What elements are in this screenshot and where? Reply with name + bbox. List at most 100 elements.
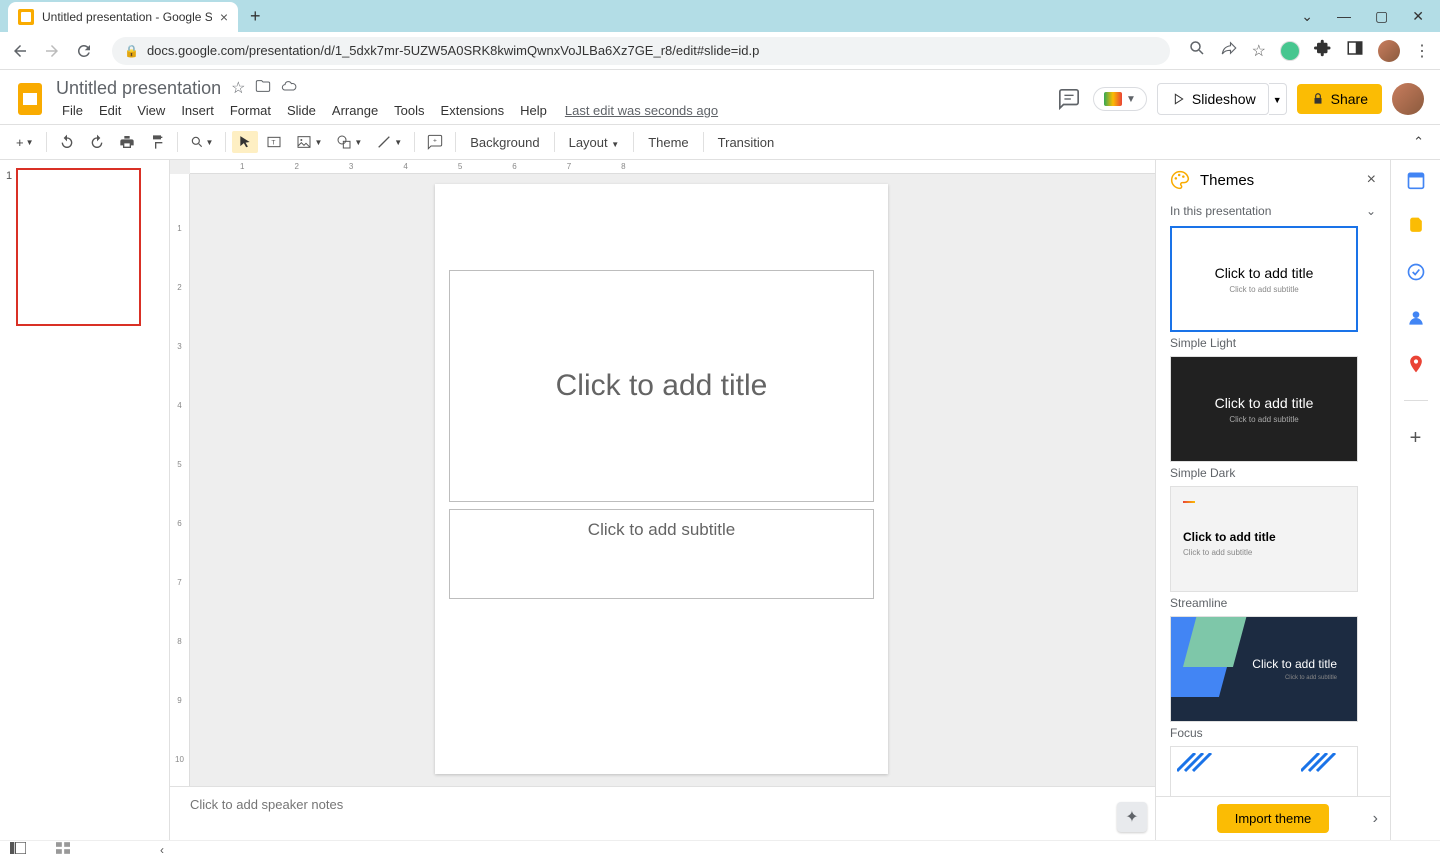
maximize-icon[interactable]: ▢: [1375, 8, 1388, 25]
keep-icon[interactable]: [1406, 216, 1426, 236]
grid-view-icon[interactable]: [56, 842, 70, 857]
back-button[interactable]: [10, 41, 30, 61]
themes-section-header[interactable]: In this presentation ⌄: [1156, 200, 1390, 226]
theme-button[interactable]: Theme: [640, 131, 696, 154]
theme-focus[interactable]: Click to add title Click to add subtitle: [1170, 616, 1358, 722]
background-button[interactable]: Background: [462, 131, 547, 154]
lock-icon: 🔒: [124, 44, 139, 58]
speaker-notes[interactable]: Click to add speaker notes: [170, 786, 1155, 840]
slide-thumbnail[interactable]: [16, 168, 141, 326]
url-text: docs.google.com/presentation/d/1_5dxk7mr…: [147, 43, 759, 58]
new-slide-button[interactable]: +▼: [10, 131, 40, 154]
menu-file[interactable]: File: [56, 101, 89, 120]
close-themes-icon[interactable]: ×: [1367, 171, 1376, 189]
chevron-down-icon: ▼: [1126, 94, 1136, 105]
menu-help[interactable]: Help: [514, 101, 553, 120]
ruler-vertical: 12345678910: [170, 174, 190, 840]
chevron-right-icon[interactable]: ›: [1373, 810, 1378, 828]
redo-button[interactable]: [83, 130, 111, 154]
themes-list[interactable]: Click to add title Click to add subtitle…: [1156, 226, 1390, 840]
theme-simple-dark[interactable]: Click to add title Click to add subtitle: [1170, 356, 1358, 462]
cloud-icon[interactable]: [281, 78, 297, 99]
title-placeholder[interactable]: Click to add title: [449, 270, 874, 502]
last-edit-text[interactable]: Last edit was seconds ago: [565, 103, 718, 118]
meet-button[interactable]: ▼: [1093, 87, 1147, 111]
extension-icon[interactable]: [1280, 41, 1300, 61]
lock-icon: [1311, 92, 1325, 106]
new-tab-button[interactable]: +: [250, 6, 261, 27]
close-tab-icon[interactable]: ×: [220, 9, 228, 25]
kebab-menu-icon[interactable]: ⋮: [1414, 41, 1430, 61]
add-addon-icon[interactable]: +: [1410, 427, 1422, 450]
ruler-horizontal: 12345678: [190, 160, 1155, 174]
svg-text:+: +: [433, 138, 437, 145]
slideshow-dropdown[interactable]: ▼: [1269, 83, 1287, 115]
print-button[interactable]: [113, 130, 141, 154]
transition-button[interactable]: Transition: [710, 131, 783, 154]
menu-insert[interactable]: Insert: [175, 101, 220, 120]
zoom-icon[interactable]: [1188, 39, 1206, 62]
theme-streamline[interactable]: Click to add title Click to add subtitle: [1170, 486, 1358, 592]
account-avatar[interactable]: [1392, 83, 1424, 115]
contacts-icon[interactable]: [1406, 308, 1426, 328]
collapse-filmstrip-icon[interactable]: ‹: [160, 843, 164, 857]
tasks-icon[interactable]: [1406, 262, 1426, 282]
slide-canvas[interactable]: Click to add title Click to add subtitle: [435, 184, 888, 774]
chevron-down-icon[interactable]: ⌄: [1301, 8, 1313, 25]
select-tool[interactable]: [232, 131, 258, 153]
doc-title[interactable]: Untitled presentation: [56, 78, 221, 99]
move-icon[interactable]: [255, 78, 271, 99]
paint-format-button[interactable]: [143, 130, 171, 154]
maps-icon[interactable]: [1406, 354, 1426, 374]
profile-avatar-icon[interactable]: [1378, 40, 1400, 62]
browser-tab[interactable]: Untitled presentation - Google Sl ×: [8, 2, 238, 32]
extensions-icon[interactable]: [1314, 39, 1332, 62]
calendar-icon[interactable]: [1406, 170, 1426, 190]
slide-number: 1: [6, 170, 12, 326]
palette-icon: [1170, 170, 1190, 190]
menu-extensions[interactable]: Extensions: [435, 101, 511, 120]
menu-arrange[interactable]: Arrange: [326, 101, 384, 120]
menu-view[interactable]: View: [131, 101, 171, 120]
theme-name: Simple Dark: [1170, 466, 1376, 480]
undo-button[interactable]: [53, 130, 81, 154]
zoom-button[interactable]: ▼: [184, 131, 220, 153]
collapse-toolbar-icon[interactable]: ⌃: [1407, 130, 1430, 154]
side-panel-icon[interactable]: [1346, 39, 1364, 62]
right-sidebar: +: [1390, 160, 1440, 840]
slides-logo-icon[interactable]: [12, 81, 48, 117]
layout-button[interactable]: Layout ▼: [561, 131, 628, 154]
comment-tool[interactable]: +: [421, 130, 449, 154]
slideshow-button[interactable]: Slideshow: [1157, 83, 1269, 115]
image-tool[interactable]: ▼: [290, 130, 328, 154]
section-label: In this presentation: [1170, 204, 1271, 218]
title-text: Click to add title: [556, 369, 768, 403]
menu-slide[interactable]: Slide: [281, 101, 322, 120]
url-input[interactable]: 🔒 docs.google.com/presentation/d/1_5dxk7…: [112, 37, 1170, 65]
chevron-down-icon: ⌄: [1366, 204, 1376, 218]
share-button[interactable]: Share: [1297, 84, 1382, 114]
notes-placeholder: Click to add speaker notes: [190, 797, 343, 812]
line-tool[interactable]: ▼: [370, 130, 408, 154]
menu-format[interactable]: Format: [224, 101, 277, 120]
import-theme-button[interactable]: Import theme: [1217, 804, 1330, 833]
canvas-area: 12345678 12345678910 Click to add title …: [170, 160, 1155, 840]
theme-simple-light[interactable]: Click to add title Click to add subtitle: [1170, 226, 1358, 332]
shape-tool[interactable]: ▼: [330, 130, 368, 154]
filmstrip-view-icon[interactable]: [10, 842, 26, 857]
share-page-icon[interactable]: [1220, 39, 1238, 62]
forward-button[interactable]: [42, 41, 62, 61]
minimize-icon[interactable]: —: [1337, 8, 1351, 25]
themes-panel: Themes × In this presentation ⌄ Click to…: [1155, 160, 1390, 840]
comments-button[interactable]: [1055, 85, 1083, 113]
menu-tools[interactable]: Tools: [388, 101, 430, 120]
star-icon[interactable]: ☆: [231, 78, 245, 99]
toolbar: +▼ ▼ T ▼ ▼ ▼ + Background Layout ▼ Theme…: [0, 124, 1440, 160]
textbox-tool[interactable]: T: [260, 130, 288, 154]
explore-button[interactable]: ✦: [1117, 802, 1147, 832]
subtitle-placeholder[interactable]: Click to add subtitle: [449, 509, 874, 599]
menu-edit[interactable]: Edit: [93, 101, 127, 120]
bookmark-icon[interactable]: ☆: [1252, 41, 1266, 61]
close-window-icon[interactable]: ✕: [1412, 8, 1424, 25]
reload-button[interactable]: [74, 41, 94, 61]
